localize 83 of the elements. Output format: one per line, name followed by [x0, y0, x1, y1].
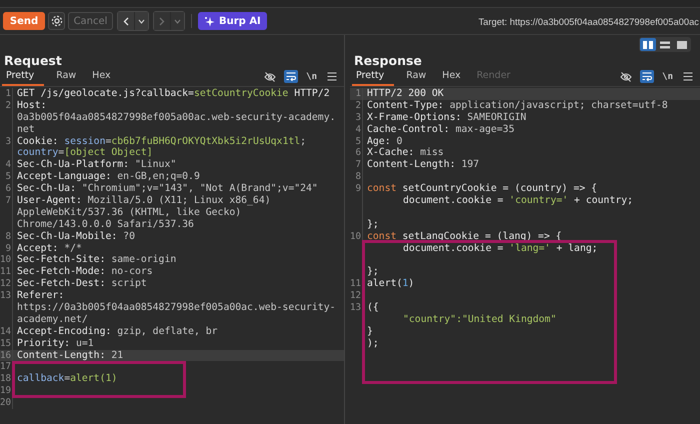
code-line: https://0a3b005f04aa0854827998ef005a00ac.web-security- — [16, 302, 337, 314]
code-line: academy.net/ — [16, 314, 89, 326]
code-line: } — [366, 326, 374, 338]
code-line: User-Agent: Mozilla/5.0 (X11; Linux x86_64) — [16, 195, 272, 207]
line-number: 8 — [350, 171, 363, 184]
code-line: Sec-Fetch-Site: same-origin — [16, 254, 178, 266]
code-line: Age: 0 — [366, 136, 404, 148]
code-line: Sec-Ch-Ua: "Chromium";v="143", "Not A(Brand";v="24" — [16, 183, 319, 196]
view-tab[interactable]: Pretty — [352, 70, 394, 86]
line-number: 11 — [0, 266, 13, 278]
line-number: 20 — [0, 397, 13, 410]
code-line: country=[object Object] — [16, 147, 154, 160]
code-line: ({ — [366, 302, 380, 314]
line-number: 1 — [0, 88, 13, 100]
code-line: Sec-Ch-Ua-Platform: "Linux" — [16, 159, 178, 172]
code-line: Accept-Language: en-GB,en;q=0.9 — [16, 171, 201, 184]
line-number: 17 — [0, 361, 13, 374]
line-number: 7 — [350, 159, 363, 172]
code-line: Referer: — [16, 290, 66, 302]
code-line: Priority: u=1 — [16, 338, 95, 350]
line-number: 10 — [350, 230, 363, 243]
view-tab[interactable]: Hex — [88, 70, 115, 86]
line-number: 8 — [0, 230, 13, 243]
view-tab[interactable]: Raw — [52, 70, 80, 86]
code-line: GET /js/geolocate.js?callback=setCountryCookie HTTP/2 — [16, 88, 331, 100]
code-line: alert(1) — [366, 278, 416, 290]
line-number: 10 — [0, 254, 13, 266]
code-line: Accept-Encoding: gzip, deflate, br — [16, 326, 219, 338]
panel-title: Request — [3, 52, 63, 69]
code-line: callback=alert(1) — [16, 373, 118, 386]
code-line: "country":"United Kingdom" — [402, 314, 558, 326]
code-line: X-Cache: miss — [366, 147, 445, 160]
code-line: }; — [366, 218, 380, 231]
line-number: 5 — [0, 171, 13, 184]
code-line: ); — [366, 338, 380, 350]
line-number: 9 — [350, 183, 363, 196]
line-number: 12 — [0, 278, 13, 290]
code-line: 0a3b005f04aa0854827998ef005a00ac.web-security-academy. — [16, 112, 337, 124]
code-line: document.cookie = 'country=' + country; — [402, 195, 634, 207]
line-number: 5 — [350, 136, 363, 148]
line-number: 19 — [0, 385, 13, 398]
line-number: 18 — [0, 373, 13, 386]
line-number: 16 — [0, 350, 13, 362]
newline-toggle[interactable]: \n — [660, 70, 675, 83]
line-number: 4 — [0, 159, 13, 172]
newline-toggle[interactable]: \n — [304, 70, 319, 83]
code-line: Cache-Control: max-age=35 — [366, 124, 516, 136]
line-number: 14 — [0, 326, 13, 338]
line-number: 7 — [0, 195, 13, 207]
code-line: Content-Length: 197 — [366, 159, 480, 172]
line-number: 3 — [350, 112, 363, 124]
code-line: Sec-Fetch-Dest: script — [16, 278, 148, 290]
line-number: 1 — [350, 88, 363, 100]
line-number: 13 — [350, 302, 363, 314]
view-tab[interactable]: Raw — [402, 70, 430, 86]
code-line: Chrome/143.0.0.0 Safari/537.36 — [16, 218, 195, 231]
line-number: 6 — [0, 183, 13, 196]
code-line: net — [16, 124, 36, 136]
line-number: 3 — [0, 136, 13, 148]
target-url: Target: https://0a3b005f04aa0854827998ef005a00ac — [478, 16, 700, 26]
code-line: Sec-Fetch-Mode: no-cors — [16, 266, 154, 278]
code-line: Host: — [16, 100, 48, 112]
code-line: Sec-Ch-Ua-Mobile: ?0 — [16, 230, 136, 243]
code-line: Accept: */* — [16, 242, 83, 254]
code-line: document.cookie = 'lang=' + lang; — [402, 242, 599, 254]
burp-ai-button[interactable]: Burp AI — [198, 12, 267, 30]
line-number: 11 — [350, 278, 363, 290]
view-tab[interactable]: Hex — [438, 70, 465, 86]
line-number: 2 — [350, 100, 363, 112]
code-line: AppleWebKit/537.36 (KHTML, like Gecko) — [16, 206, 242, 219]
line-number: 9 — [0, 242, 13, 254]
code-line: Content-Type: application/javascript; charset=utf-8 — [366, 100, 669, 112]
line-number: 2 — [0, 100, 13, 112]
code-line: X-Frame-Options: SAMEORIGIN — [366, 112, 528, 124]
line-number: 6 — [350, 147, 363, 160]
code-line: Cookie: session=cb6b7fuBH6QrOKYQtXbk5i2rUsUqx1tl; — [16, 136, 308, 148]
view-tab[interactable]: Pretty — [2, 70, 44, 86]
panel-title: Response — [353, 52, 423, 69]
code-line: }; — [366, 266, 380, 278]
line-number: 4 — [350, 124, 363, 136]
line-number: 12 — [350, 290, 363, 302]
code-line: const setCountryCookie = (country) => { — [366, 183, 598, 196]
line-number: 13 — [0, 290, 13, 302]
